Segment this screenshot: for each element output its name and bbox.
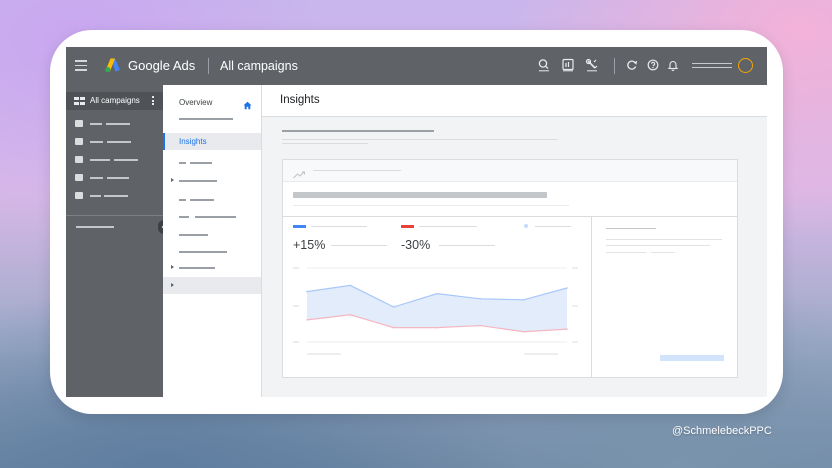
metric-value-negative: -30% [401,238,431,252]
legend-label [311,226,367,227]
nav-item-insights-label: Insights [179,137,207,146]
chevron-right-icon[interactable] [171,283,174,287]
trending-up-icon [293,166,307,179]
search-icon[interactable] [537,58,551,72]
insights-heading [282,130,434,132]
legend-label [535,226,571,227]
legend-swatch-red [401,225,414,228]
sidebar-bottom-item[interactable] [76,226,114,228]
notifications-icon[interactable] [666,58,680,72]
data-point [349,284,352,287]
side-panel-action-button[interactable] [660,355,724,361]
nav-item[interactable] [179,234,208,236]
sidebar-item[interactable] [75,174,155,182]
data-point [566,328,568,330]
chevron-right-icon[interactable] [171,265,174,269]
metric-value-positive: +15% [293,238,326,252]
refresh-icon[interactable] [625,58,639,72]
sidebar-divider [66,215,163,216]
data-point [392,306,395,308]
insight-card-header-text [313,170,401,171]
insights-description [282,139,558,140]
nav-item[interactable] [179,118,233,120]
sidebar-item[interactable] [75,192,155,200]
side-panel-text [606,252,646,253]
side-panel-text [651,252,675,253]
main-content: Insights +15% -30% [262,85,767,397]
sidebar-item[interactable] [75,138,155,146]
card-vertical-divider [591,216,592,377]
nav-item-text [195,216,236,218]
nav-item-insights[interactable] [163,133,261,150]
google-ads-window: Google Ads All campaigns All campaigns O… [66,47,767,397]
page-nav: Overview Insights [163,85,262,397]
metric-label [331,245,387,246]
insight-card-header [283,160,737,182]
sidebar-header-label: All campaigns [90,96,140,105]
help-icon[interactable] [646,58,660,72]
left-sidebar: All campaigns [66,85,163,397]
data-point [349,313,352,316]
insight-card: +15% -30% [282,159,738,378]
page-title: Insights [280,94,320,106]
data-point [479,324,482,327]
legend-swatch-light [524,224,528,228]
insight-title [293,192,547,198]
card-divider [283,216,737,217]
side-panel-text [606,239,722,240]
series-area [307,285,567,332]
menu-icon[interactable] [75,60,87,71]
legend-swatch-blue [293,225,306,228]
data-point [392,326,395,329]
data-point [522,330,525,333]
top-bar: Google Ads All campaigns [66,47,767,85]
legend-label [419,226,477,227]
side-panel-title [606,228,656,229]
sidebar-item[interactable] [75,120,155,128]
sidebar-item[interactable] [75,156,155,164]
nav-item[interactable] [179,251,227,253]
data-point [306,290,308,293]
grid-icon [74,97,85,105]
watermark: @SchmelebeckPPC [672,425,772,437]
topbar-divider-icons [614,58,615,74]
campaign-title[interactable]: All campaigns [220,59,298,73]
data-point [522,299,525,301]
chevron-right-icon[interactable] [171,178,174,182]
avatar[interactable] [738,58,753,73]
home-icon [243,97,252,110]
nav-item[interactable] [179,267,215,269]
google-ads-logo-icon [104,57,122,73]
nav-item[interactable] [179,216,189,218]
nav-item[interactable] [179,180,217,182]
data-point [436,292,438,295]
nav-item-overview[interactable]: Overview [179,98,212,107]
topbar-divider [208,58,209,74]
nav-item-text [190,199,214,201]
nav-item-expandable[interactable] [163,277,261,294]
more-vert-icon[interactable] [152,96,154,105]
nav-item-text [190,162,212,164]
data-point [436,326,438,329]
data-point [566,287,568,289]
insights-description-line [282,143,368,144]
screenshot-card: Google Ads All campaigns All campaigns O… [50,30,783,414]
data-point [306,319,308,321]
insight-subtitle [293,205,569,206]
reports-icon[interactable] [561,58,575,72]
account-info[interactable] [692,63,732,69]
metric-label [439,245,495,246]
line-chart [293,267,578,355]
nav-item[interactable] [179,162,186,164]
tools-icon[interactable] [585,58,599,72]
side-panel-text [606,245,710,246]
data-point [479,298,482,300]
page-header: Insights [262,85,767,117]
brand-name: Google Ads [128,58,196,73]
nav-item[interactable] [179,199,186,201]
